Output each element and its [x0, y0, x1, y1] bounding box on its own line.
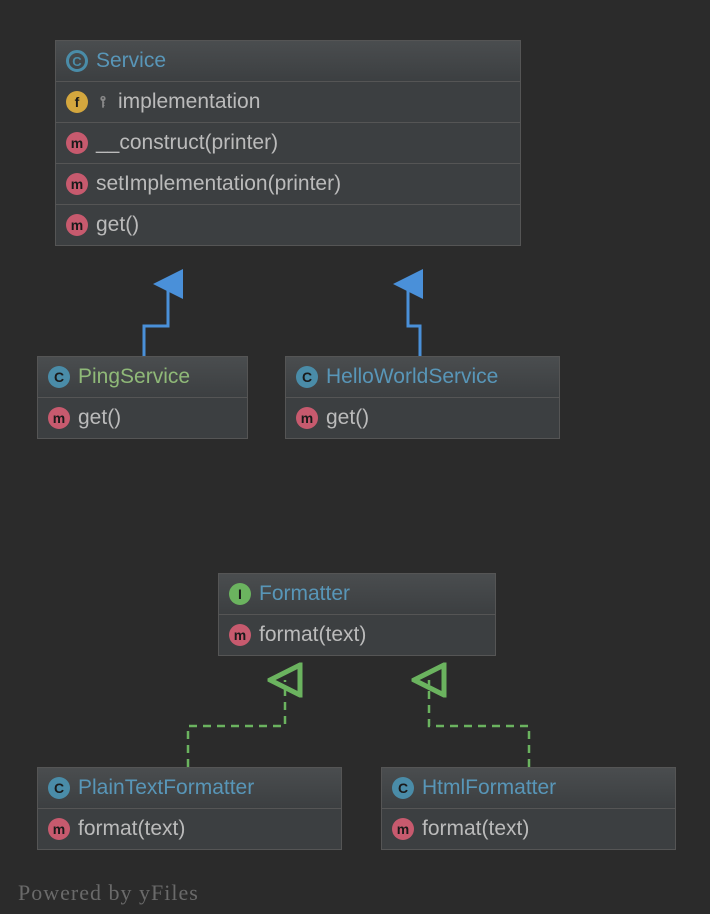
method-row: m format(text)	[38, 809, 341, 849]
method-row: m get()	[56, 205, 520, 245]
method-row: m format(text)	[382, 809, 675, 849]
node-title: HtmlFormatter	[422, 776, 556, 800]
node-title: Formatter	[259, 582, 350, 606]
uml-node-plaintextformatter[interactable]: C PlainTextFormatter m format(text)	[37, 767, 342, 850]
method-icon: m	[296, 407, 318, 429]
uml-node-pingservice[interactable]: C PingService m get()	[37, 356, 248, 439]
node-title-row: C PingService	[38, 357, 247, 398]
class-icon: C	[392, 777, 414, 799]
method-name: format(text)	[259, 623, 366, 647]
uml-node-htmlformatter[interactable]: C HtmlFormatter m format(text)	[381, 767, 676, 850]
interface-icon: I	[229, 583, 251, 605]
method-icon: m	[229, 624, 251, 646]
method-icon: m	[48, 818, 70, 840]
method-icon: m	[66, 173, 88, 195]
abstract-class-icon: C	[66, 50, 88, 72]
key-icon	[96, 95, 110, 109]
uml-node-helloworldservice[interactable]: C HelloWorldService m get()	[285, 356, 560, 439]
method-row: m format(text)	[219, 615, 495, 655]
watermark: Powered by yFiles	[18, 880, 199, 906]
node-title-row: I Formatter	[219, 574, 495, 615]
method-icon: m	[66, 132, 88, 154]
node-title-row: C HelloWorldService	[286, 357, 559, 398]
field-row: f implementation	[56, 82, 520, 123]
method-name: get()	[326, 406, 369, 430]
class-icon: C	[296, 366, 318, 388]
method-row: m get()	[38, 398, 247, 438]
field-name: implementation	[118, 90, 260, 114]
method-name: __construct(printer)	[96, 131, 278, 155]
method-name: get()	[96, 213, 139, 237]
method-name: format(text)	[422, 817, 529, 841]
node-title: HelloWorldService	[326, 365, 498, 389]
method-icon: m	[392, 818, 414, 840]
class-icon: C	[48, 777, 70, 799]
method-row: m get()	[286, 398, 559, 438]
method-row: m setImplementation(printer)	[56, 164, 520, 205]
uml-node-service[interactable]: C Service f implementation m __construct…	[55, 40, 521, 246]
method-row: m __construct(printer)	[56, 123, 520, 164]
uml-node-formatter[interactable]: I Formatter m format(text)	[218, 573, 496, 656]
class-icon: C	[48, 366, 70, 388]
node-title: PlainTextFormatter	[78, 776, 254, 800]
field-icon: f	[66, 91, 88, 113]
node-title-row: C HtmlFormatter	[382, 768, 675, 809]
node-title: Service	[96, 49, 166, 73]
node-title-row: C PlainTextFormatter	[38, 768, 341, 809]
node-title-row: C Service	[56, 41, 520, 82]
method-icon: m	[48, 407, 70, 429]
method-name: format(text)	[78, 817, 185, 841]
method-name: get()	[78, 406, 121, 430]
method-icon: m	[66, 214, 88, 236]
method-name: setImplementation(printer)	[96, 172, 341, 196]
node-title: PingService	[78, 365, 190, 389]
